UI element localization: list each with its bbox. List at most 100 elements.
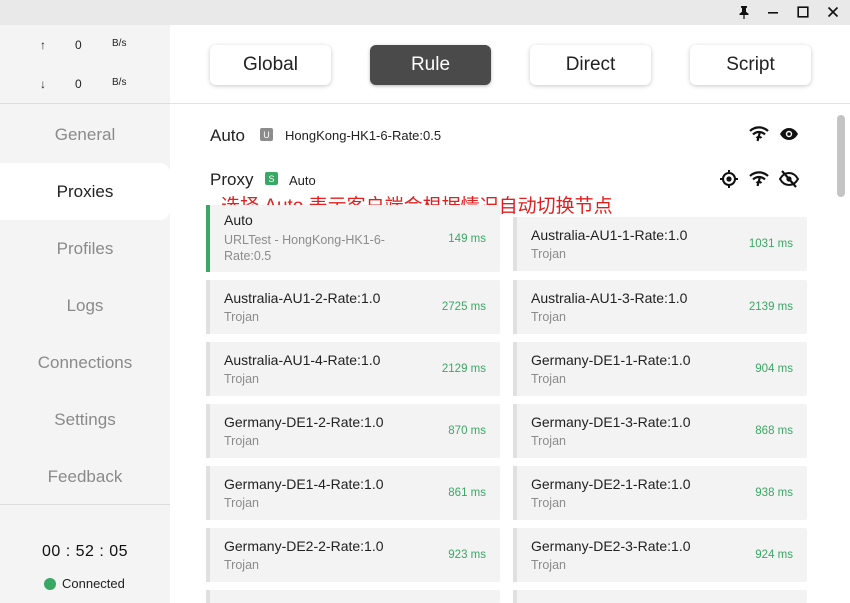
proxy-name: Germany-DE1-2-Rate:1.0 [224, 414, 384, 430]
proxy-type: Trojan [531, 434, 566, 448]
proxy-card-auto[interactable]: Auto URLTest - HongKong-HK1-6-Rate:0.5 1… [206, 205, 500, 272]
selection-indicator [513, 466, 517, 520]
nav-settings[interactable]: Settings [0, 391, 170, 448]
proxy-type: Trojan [531, 496, 566, 510]
proxy-latency[interactable]: 861 ms [448, 487, 486, 499]
nav-proxies-label: Proxies [56, 181, 114, 201]
nav-connections-label: Connections [37, 352, 133, 372]
selection-indicator [206, 342, 210, 396]
group-proxy-current: Auto [289, 173, 316, 188]
proxy-card[interactable]: Germany-DE2-2-Rate:1.0 Trojan 923 ms [206, 528, 500, 582]
proxy-card[interactable]: Australia-AU1-4-Rate:1.0 Trojan 2129 ms [206, 342, 500, 396]
proxy-card-partial[interactable] [206, 590, 500, 603]
upload-value: 0 [75, 38, 82, 52]
mode-selector: Global Rule Direct Script [170, 25, 850, 104]
maximize-icon[interactable] [792, 2, 814, 22]
proxy-card[interactable]: Germany-DE1-2-Rate:1.0 Trojan 870 ms [206, 404, 500, 458]
proxy-latency[interactable]: 2725 ms [442, 301, 486, 313]
proxy-card[interactable]: Australia-AU1-1-Rate:1.0 Trojan 1031 ms [513, 217, 807, 271]
mode-rule-button[interactable]: Rule [370, 45, 491, 85]
selection-indicator [513, 217, 517, 271]
upload-unit: B/s [112, 38, 127, 49]
proxy-latency[interactable]: 2129 ms [442, 363, 486, 375]
mode-script-button[interactable]: Script [690, 45, 811, 85]
group-auto-current: HongKong-HK1-6-Rate:0.5 [285, 128, 442, 143]
mode-direct-label: Direct [565, 54, 616, 75]
proxy-card-partial[interactable] [513, 590, 807, 603]
proxy-card[interactable]: Germany-DE1-3-Rate:1.0 Trojan 868 ms [513, 404, 807, 458]
proxy-name: Germany-DE2-1-Rate:1.0 [531, 476, 691, 492]
nav-profiles-label: Profiles [56, 238, 114, 258]
proxy-latency[interactable]: 2139 ms [749, 301, 793, 313]
nav-feedback[interactable]: Feedback [0, 448, 170, 505]
proxy-card[interactable]: Australia-AU1-2-Rate:1.0 Trojan 2725 ms [206, 280, 500, 334]
selection-indicator [513, 404, 517, 458]
selection-indicator [513, 280, 517, 334]
selection-indicator [206, 280, 210, 334]
title-bar [0, 0, 850, 25]
selection-indicator [206, 205, 210, 272]
minimize-icon[interactable] [762, 2, 784, 22]
proxy-type: Trojan [531, 247, 566, 261]
proxy-type: Trojan [224, 558, 259, 572]
speed-test-icon[interactable] [748, 123, 770, 145]
uptime-clock: 00 : 52 : 05 [41, 543, 129, 560]
scrollbar[interactable] [837, 115, 845, 197]
group-type-badge: S [265, 172, 278, 185]
mode-script-label: Script [726, 54, 775, 75]
proxy-latency[interactable]: 904 ms [755, 363, 793, 375]
pin-icon[interactable] [733, 2, 755, 22]
proxy-type: Trojan [224, 434, 259, 448]
proxy-latency[interactable]: 868 ms [755, 425, 793, 437]
mode-rule-label: Rule [410, 54, 451, 75]
locate-icon[interactable] [718, 168, 740, 190]
sidebar: ↑ 0 B/s ↓ 0 B/s General Proxies Profiles… [0, 25, 170, 603]
nav-connections[interactable]: Connections [0, 334, 170, 391]
nav-general-label: General [54, 124, 116, 144]
mode-global-button[interactable]: Global [210, 45, 331, 85]
proxy-latency[interactable]: 149 ms [448, 233, 486, 245]
proxy-card[interactable]: Germany-DE1-1-Rate:1.0 Trojan 904 ms [513, 342, 807, 396]
nav-proxies[interactable]: Proxies [0, 163, 170, 220]
proxy-type: Trojan [224, 310, 259, 324]
proxy-latency[interactable]: 1031 ms [749, 238, 793, 250]
proxy-latency[interactable]: 870 ms [448, 425, 486, 437]
proxy-name: Germany-DE1-4-Rate:1.0 [224, 476, 384, 492]
nav-general[interactable]: General [0, 106, 170, 163]
proxy-name: Australia-AU1-4-Rate:1.0 [224, 352, 381, 368]
eye-icon[interactable] [778, 123, 800, 145]
mode-global-label: Global [243, 54, 298, 75]
connection-panel: 00 : 52 : 05 Connected [0, 504, 170, 603]
selection-indicator [206, 590, 210, 603]
group-auto-title: Auto [210, 126, 245, 145]
proxy-card[interactable]: Australia-AU1-3-Rate:1.0 Trojan 2139 ms [513, 280, 807, 334]
eye-off-icon[interactable] [778, 168, 800, 190]
proxy-card[interactable]: Germany-DE2-1-Rate:1.0 Trojan 938 ms [513, 466, 807, 520]
proxy-type: Trojan [531, 558, 566, 572]
connection-status-label: Connected [62, 576, 125, 591]
download-unit: B/s [112, 77, 127, 88]
group-type-badge: U [260, 128, 273, 141]
selection-indicator [206, 466, 210, 520]
main-panel: Global Rule Direct Script Auto U HongKon… [170, 25, 850, 603]
proxy-latency[interactable]: 923 ms [448, 549, 486, 561]
proxy-card[interactable]: Germany-DE2-3-Rate:1.0 Trojan 924 ms [513, 528, 807, 582]
proxy-type: Trojan [531, 310, 566, 324]
proxy-latency[interactable]: 924 ms [755, 549, 793, 561]
proxy-type: URLTest - HongKong-HK1-6-Rate:0.5 [224, 233, 385, 263]
group-proxy-title: Proxy [210, 170, 254, 189]
selection-indicator [513, 342, 517, 396]
proxy-latency[interactable]: 938 ms [755, 487, 793, 499]
nav-profiles[interactable]: Profiles [0, 220, 170, 277]
upload-speed: ↑ 0 B/s [0, 38, 170, 58]
mode-direct-button[interactable]: Direct [530, 45, 651, 85]
speed-test-icon[interactable] [748, 168, 770, 190]
nav-logs[interactable]: Logs [0, 277, 170, 334]
traffic-panel: ↑ 0 B/s ↓ 0 B/s [0, 25, 170, 104]
download-value: 0 [75, 77, 82, 91]
proxy-card[interactable]: Germany-DE1-4-Rate:1.0 Trojan 861 ms [206, 466, 500, 520]
proxy-name: Germany-DE2-2-Rate:1.0 [224, 538, 384, 554]
upload-arrow-icon: ↑ [40, 38, 46, 52]
close-icon[interactable] [822, 2, 844, 22]
proxy-name: Germany-DE1-1-Rate:1.0 [531, 352, 691, 368]
